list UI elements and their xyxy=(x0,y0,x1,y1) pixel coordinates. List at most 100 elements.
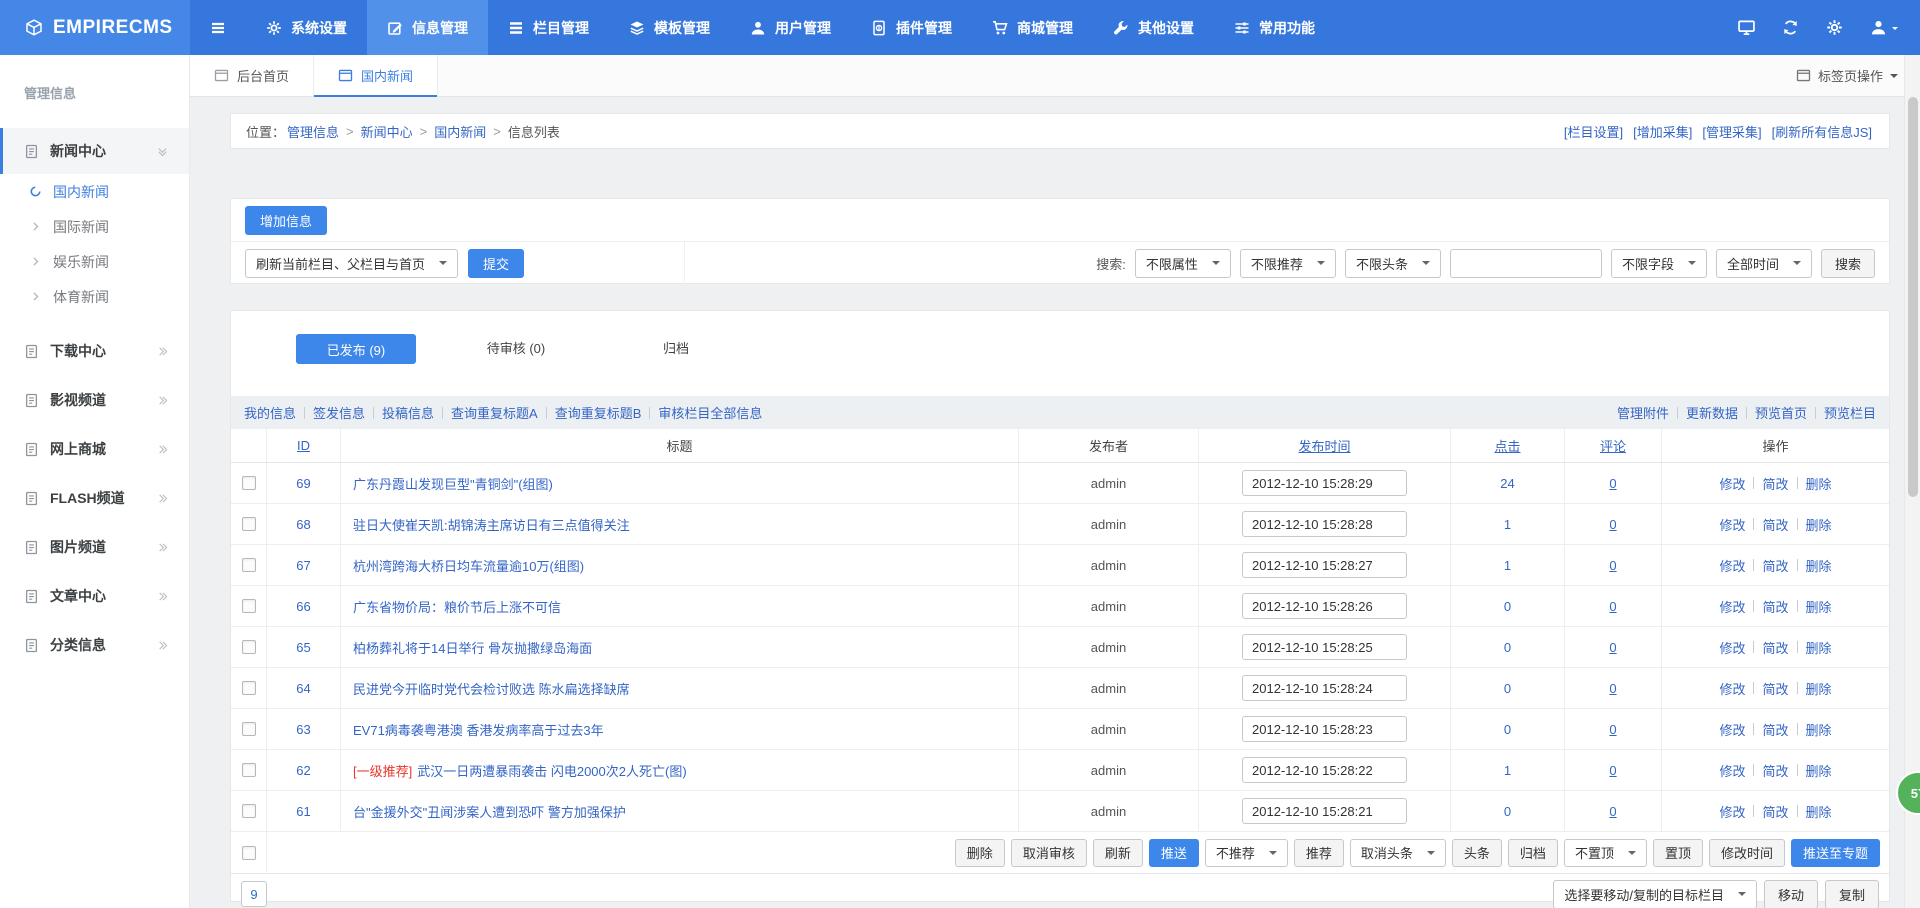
tab-domestic-news[interactable]: 国内新闻 xyxy=(314,55,438,96)
row-title-link[interactable]: EV71病毒袭粤港澳 香港发病率高于过去3年 xyxy=(353,720,604,739)
publish-time-input[interactable] xyxy=(1242,757,1407,783)
batch-button[interactable]: 取消审核 xyxy=(1011,839,1087,867)
quick-link[interactable]: 查询重复标题A xyxy=(451,403,538,422)
sidebar-group[interactable]: 影视频道 xyxy=(0,377,189,423)
row-checkbox[interactable] xyxy=(242,763,256,777)
breadcrumb-link[interactable]: 国内新闻 xyxy=(434,122,486,141)
gear-button[interactable] xyxy=(1826,19,1843,36)
row-title-link[interactable]: 民进党今开临时党代会检讨败选 陈水扁选择缺席 xyxy=(353,679,630,698)
sidebar-group[interactable]: 文章中心 xyxy=(0,573,189,619)
monitor-button[interactable] xyxy=(1738,19,1755,36)
column-action-link[interactable]: [管理采集] xyxy=(1702,122,1761,141)
batch-button[interactable]: 归档 xyxy=(1508,839,1558,867)
quick-link[interactable]: 管理附件 xyxy=(1617,403,1669,422)
row-comments-link[interactable]: 0 xyxy=(1609,517,1616,532)
row-comments-link[interactable]: 0 xyxy=(1609,476,1616,491)
sidebar-item[interactable]: 体育新闻 xyxy=(0,279,189,314)
row-action-link[interactable]: 修改 xyxy=(1719,679,1745,698)
row-title-link[interactable]: 台"金援外交"丑闻涉案人遭到恐吓 警方加强保护 xyxy=(353,802,626,821)
headline-filter-select[interactable]: 不限头条 xyxy=(1345,249,1441,278)
publish-time-input[interactable] xyxy=(1242,675,1407,701)
logo[interactable]: EMPIRECMS xyxy=(0,0,190,55)
select-all-checkbox[interactable] xyxy=(242,846,256,860)
row-action-link[interactable]: 删除 xyxy=(1806,556,1832,575)
submit-button[interactable]: 提交 xyxy=(468,249,524,278)
row-action-link[interactable]: 简改 xyxy=(1762,556,1788,575)
row-action-link[interactable]: 简改 xyxy=(1762,515,1788,534)
batch-button[interactable]: 推送 xyxy=(1149,839,1199,867)
row-id-link[interactable]: 68 xyxy=(296,517,310,532)
row-action-link[interactable]: 简改 xyxy=(1762,802,1788,821)
quick-link[interactable]: 查询重复标题B xyxy=(555,403,642,422)
quick-link[interactable]: 审核栏目全部信息 xyxy=(658,403,762,422)
recommend-filter-select[interactable]: 不限推荐 xyxy=(1240,249,1336,278)
tab-published[interactable]: 已发布 (9) xyxy=(296,334,416,364)
sidebar-group[interactable]: 网上商城 xyxy=(0,426,189,472)
row-action-link[interactable]: 修改 xyxy=(1719,720,1745,739)
sidebar-group[interactable]: 分类信息 xyxy=(0,622,189,668)
quick-link[interactable]: 我的信息 xyxy=(244,403,296,422)
search-button[interactable]: 搜索 xyxy=(1821,249,1875,278)
menu-toggle-button[interactable] xyxy=(190,0,246,55)
sort-clicks-link[interactable]: 点击 xyxy=(1494,436,1520,455)
add-info-button[interactable]: 增加信息 xyxy=(245,206,327,235)
navbar-item[interactable]: 模板管理 xyxy=(609,0,730,55)
sort-id-link[interactable]: ID xyxy=(297,438,310,453)
batch-select[interactable]: 不置顶 xyxy=(1564,839,1647,867)
row-action-link[interactable]: 删除 xyxy=(1806,597,1832,616)
row-id-link[interactable]: 63 xyxy=(296,722,310,737)
publish-time-input[interactable] xyxy=(1242,552,1407,578)
row-action-link[interactable]: 简改 xyxy=(1762,638,1788,657)
user-button[interactable] xyxy=(1870,19,1898,36)
row-clicks-link[interactable]: 0 xyxy=(1504,722,1511,737)
row-comments-link[interactable]: 0 xyxy=(1609,763,1616,778)
page-number[interactable]: 9 xyxy=(241,881,267,907)
batch-button[interactable]: 置顶 xyxy=(1653,839,1703,867)
row-action-link[interactable]: 删除 xyxy=(1806,679,1832,698)
navbar-item[interactable]: 栏目管理 xyxy=(488,0,609,55)
move-button[interactable]: 移动 xyxy=(1764,880,1818,908)
row-comments-link[interactable]: 0 xyxy=(1609,681,1616,696)
row-title-link[interactable]: 武汉一日两遭暴雨袭击 闪电2000次2人死亡(图) xyxy=(417,761,686,780)
sidebar-item[interactable]: 国内新闻 xyxy=(0,174,189,209)
row-checkbox[interactable] xyxy=(242,681,256,695)
row-title-link[interactable]: 广东丹霞山发现巨型"青铜剑"(组图) xyxy=(353,474,553,493)
row-clicks-link[interactable]: 0 xyxy=(1504,804,1511,819)
row-clicks-link[interactable]: 1 xyxy=(1504,517,1511,532)
breadcrumb-link[interactable]: 管理信息 xyxy=(287,122,339,141)
row-action-link[interactable]: 修改 xyxy=(1719,474,1745,493)
row-checkbox[interactable] xyxy=(242,517,256,531)
row-title-link[interactable]: 广东省物价局：粮价节后上涨不可信 xyxy=(353,597,561,616)
batch-button[interactable]: 删除 xyxy=(955,839,1005,867)
batch-select[interactable]: 取消头条 xyxy=(1350,839,1446,867)
row-id-link[interactable]: 69 xyxy=(296,476,310,491)
copy-button[interactable]: 复制 xyxy=(1825,880,1879,908)
search-input[interactable] xyxy=(1450,249,1602,278)
field-filter-select[interactable]: 不限字段 xyxy=(1611,249,1707,278)
row-action-link[interactable]: 删除 xyxy=(1806,638,1832,657)
row-action-link[interactable]: 简改 xyxy=(1762,761,1788,780)
row-checkbox[interactable] xyxy=(242,558,256,572)
batch-button[interactable]: 头条 xyxy=(1452,839,1502,867)
row-clicks-link[interactable]: 0 xyxy=(1504,640,1511,655)
row-checkbox[interactable] xyxy=(242,722,256,736)
breadcrumb-link[interactable]: 新闻中心 xyxy=(361,122,413,141)
time-filter-select[interactable]: 全部时间 xyxy=(1716,249,1812,278)
row-title-link[interactable]: 杭州湾跨海大桥日均车流量逾10万(组图) xyxy=(353,556,584,575)
quick-link[interactable]: 投稿信息 xyxy=(382,403,434,422)
quick-link[interactable]: 更新数据 xyxy=(1686,403,1738,422)
row-action-link[interactable]: 修改 xyxy=(1719,638,1745,657)
row-action-link[interactable]: 删除 xyxy=(1806,515,1832,534)
sidebar-group[interactable]: 图片频道 xyxy=(0,524,189,570)
row-checkbox[interactable] xyxy=(242,804,256,818)
row-title-link[interactable]: 驻日大使崔天凯:胡锦涛主席访日有三点值得关注 xyxy=(353,515,630,534)
navbar-item[interactable]: 常用功能 xyxy=(1214,0,1335,55)
row-clicks-link[interactable]: 1 xyxy=(1504,763,1511,778)
publish-time-input[interactable] xyxy=(1242,798,1407,824)
row-clicks-link[interactable]: 0 xyxy=(1504,681,1511,696)
service-badge[interactable]: 57 xyxy=(1896,771,1920,815)
navbar-item[interactable]: 系统设置 xyxy=(246,0,367,55)
batch-button[interactable]: 修改时间 xyxy=(1709,839,1785,867)
row-comments-link[interactable]: 0 xyxy=(1609,804,1616,819)
refresh-scope-select[interactable]: 刷新当前栏目、父栏目与首页 xyxy=(245,249,458,278)
